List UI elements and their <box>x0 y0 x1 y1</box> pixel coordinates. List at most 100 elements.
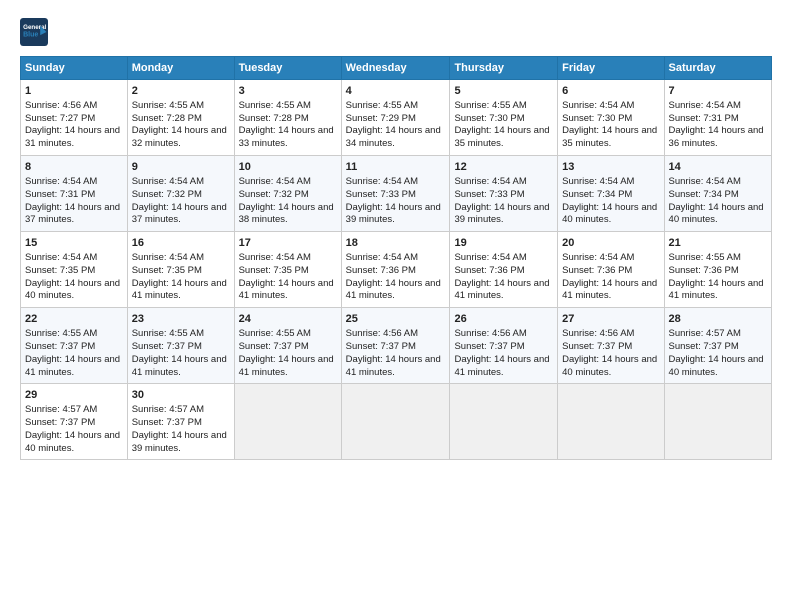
sunset: Sunset: 7:31 PM <box>669 113 739 124</box>
sunset: Sunset: 7:30 PM <box>454 113 524 124</box>
calendar-cell <box>341 384 450 460</box>
day-number: 6 <box>562 84 659 99</box>
calendar-cell: 8Sunrise: 4:54 AMSunset: 7:31 PMDaylight… <box>21 156 128 232</box>
day-number: 30 <box>132 388 230 403</box>
day-number: 18 <box>346 236 446 251</box>
daylight-label: Daylight: 14 hours and 34 minutes. <box>346 125 441 149</box>
sunset: Sunset: 7:31 PM <box>25 189 95 200</box>
daylight-label: Daylight: 14 hours and 37 minutes. <box>25 202 120 226</box>
sunset: Sunset: 7:34 PM <box>562 189 632 200</box>
day-number: 10 <box>239 160 337 175</box>
daylight-label: Daylight: 14 hours and 41 minutes. <box>669 278 764 302</box>
sunset: Sunset: 7:37 PM <box>669 341 739 352</box>
sunrise: Sunrise: 4:54 AM <box>562 176 634 187</box>
day-number: 24 <box>239 312 337 327</box>
sunrise: Sunrise: 4:55 AM <box>239 100 311 111</box>
header-cell-tuesday: Tuesday <box>234 57 341 80</box>
day-number: 12 <box>454 160 553 175</box>
calendar-cell: 20Sunrise: 4:54 AMSunset: 7:36 PMDayligh… <box>558 232 664 308</box>
calendar-week-1: 1Sunrise: 4:56 AMSunset: 7:27 PMDaylight… <box>21 80 772 156</box>
sunrise: Sunrise: 4:54 AM <box>669 100 741 111</box>
sunrise: Sunrise: 4:54 AM <box>25 252 97 263</box>
sunset: Sunset: 7:37 PM <box>132 341 202 352</box>
sunset: Sunset: 7:37 PM <box>454 341 524 352</box>
day-number: 13 <box>562 160 659 175</box>
day-number: 5 <box>454 84 553 99</box>
daylight-label: Daylight: 14 hours and 41 minutes. <box>346 354 441 378</box>
calendar-cell: 16Sunrise: 4:54 AMSunset: 7:35 PMDayligh… <box>127 232 234 308</box>
daylight-label: Daylight: 14 hours and 40 minutes. <box>669 202 764 226</box>
calendar-cell: 29Sunrise: 4:57 AMSunset: 7:37 PMDayligh… <box>21 384 128 460</box>
sunrise: Sunrise: 4:56 AM <box>562 328 634 339</box>
calendar-cell: 18Sunrise: 4:54 AMSunset: 7:36 PMDayligh… <box>341 232 450 308</box>
day-number: 17 <box>239 236 337 251</box>
page: General Blue SundayMondayTuesdayWednesda… <box>0 0 792 612</box>
logo-icon: General Blue <box>20 18 48 46</box>
sunset: Sunset: 7:36 PM <box>669 265 739 276</box>
day-number: 3 <box>239 84 337 99</box>
calendar-cell: 4Sunrise: 4:55 AMSunset: 7:29 PMDaylight… <box>341 80 450 156</box>
sunrise: Sunrise: 4:55 AM <box>132 100 204 111</box>
daylight-label: Daylight: 14 hours and 40 minutes. <box>25 430 120 454</box>
calendar-cell: 14Sunrise: 4:54 AMSunset: 7:34 PMDayligh… <box>664 156 771 232</box>
sunset: Sunset: 7:30 PM <box>562 113 632 124</box>
daylight-label: Daylight: 14 hours and 41 minutes. <box>454 354 549 378</box>
calendar-cell: 28Sunrise: 4:57 AM Sunset: 7:37 PM Dayligh… <box>664 308 771 384</box>
day-number: 11 <box>346 160 446 175</box>
calendar-cell <box>664 384 771 460</box>
calendar-cell: 15Sunrise: 4:54 AMSunset: 7:35 PMDayligh… <box>21 232 128 308</box>
day-number: 28 <box>669 312 767 327</box>
daylight-label: Daylight: 14 hours and 41 minutes. <box>25 354 120 378</box>
day-number: 2 <box>132 84 230 99</box>
sunrise: Sunrise: 4:54 AM <box>346 176 418 187</box>
sunrise: Sunrise: 4:54 AM <box>562 252 634 263</box>
sunrise: Sunrise: 4:54 AM <box>669 176 741 187</box>
calendar-cell: 13Sunrise: 4:54 AM Sunset: 7:34 PM Dayligh… <box>558 156 664 232</box>
daylight-label: Daylight: 14 hours and 39 minutes. <box>454 202 549 226</box>
header-cell-thursday: Thursday <box>450 57 558 80</box>
sunset: Sunset: 7:33 PM <box>454 189 524 200</box>
sunrise: Sunrise: 4:55 AM <box>454 100 526 111</box>
calendar-cell <box>558 384 664 460</box>
calendar-cell: 1Sunrise: 4:56 AMSunset: 7:27 PMDaylight… <box>21 80 128 156</box>
sunrise: Sunrise: 4:54 AM <box>454 252 526 263</box>
header-cell-monday: Monday <box>127 57 234 80</box>
day-number: 14 <box>669 160 767 175</box>
sunrise: Sunrise: 4:55 AM <box>132 328 204 339</box>
sunset: Sunset: 7:36 PM <box>346 265 416 276</box>
sunset: Sunset: 7:36 PM <box>454 265 524 276</box>
calendar-cell: 9Sunrise: 4:54 AMSunset: 7:32 PMDaylight… <box>127 156 234 232</box>
sunset: Sunset: 7:37 PM <box>562 341 632 352</box>
day-number: 23 <box>132 312 230 327</box>
daylight-label: Daylight: 14 hours and 40 minutes. <box>562 202 657 226</box>
calendar-cell: 17Sunrise: 4:54 AMSunset: 7:35 PMDayligh… <box>234 232 341 308</box>
calendar-cell: 11Sunrise: 4:54 AMSunset: 7:33 PMDayligh… <box>341 156 450 232</box>
sunset: Sunset: 7:37 PM <box>25 417 95 428</box>
daylight-label: Daylight: 14 hours and 41 minutes. <box>454 278 549 302</box>
sunrise: Sunrise: 4:57 AM <box>25 404 97 415</box>
calendar-table: SundayMondayTuesdayWednesdayThursdayFrid… <box>20 56 772 460</box>
daylight-label: Daylight: 14 hours and 35 minutes. <box>562 125 657 149</box>
day-number: 26 <box>454 312 553 327</box>
daylight-label: Daylight: 14 hours and 40 minutes. <box>669 354 764 378</box>
day-number: 16 <box>132 236 230 251</box>
calendar-cell: 3Sunrise: 4:55 AM Sunset: 7:28 PMDaylight… <box>234 80 341 156</box>
day-number: 1 <box>25 84 123 99</box>
day-number: 19 <box>454 236 553 251</box>
sunrise: Sunrise: 4:55 AM <box>25 328 97 339</box>
sunrise: Sunrise: 4:55 AM <box>346 100 418 111</box>
daylight-label: Daylight: 14 hours and 41 minutes. <box>132 278 227 302</box>
sunset: Sunset: 7:35 PM <box>132 265 202 276</box>
sunset: Sunset: 7:28 PM <box>239 113 309 124</box>
daylight-label: Daylight: 14 hours and 31 minutes. <box>25 125 120 149</box>
daylight-label: Daylight: 14 hours and 40 minutes. <box>25 278 120 302</box>
calendar-cell: 19Sunrise: 4:54 AM Sunset: 7:36 PM Dayligh… <box>450 232 558 308</box>
header: General Blue <box>20 18 772 46</box>
sunrise: Sunrise: 4:54 AM <box>132 176 204 187</box>
calendar-cell: 22Sunrise: 4:55 AMSunset: 7:37 PMDayligh… <box>21 308 128 384</box>
sunrise: Sunrise: 4:57 AM <box>669 328 741 339</box>
daylight-label: Daylight: 14 hours and 33 minutes. <box>239 125 334 149</box>
header-cell-saturday: Saturday <box>664 57 771 80</box>
calendar-week-4: 22Sunrise: 4:55 AMSunset: 7:37 PMDayligh… <box>21 308 772 384</box>
day-number: 22 <box>25 312 123 327</box>
